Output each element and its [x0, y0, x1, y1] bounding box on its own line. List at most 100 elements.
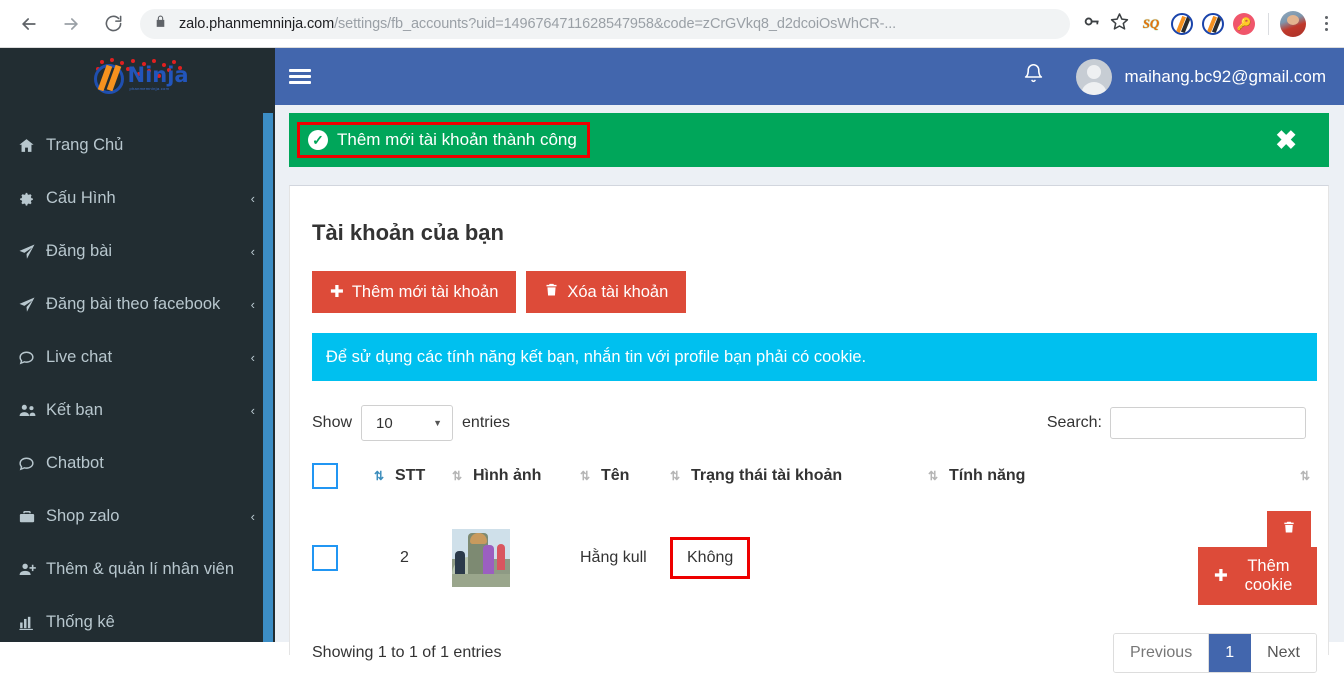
star-icon	[1110, 12, 1129, 36]
add-account-label: Thêm mới tài khoản	[351, 282, 499, 301]
account-thumbnail	[452, 529, 510, 587]
sidebar-nav: Trang Chủ Cấu Hình ‹ Đăng bài ‹ Đăng bài…	[0, 119, 275, 642]
cookie-info-message: Để sử dụng các tính năng kết bạn, nhắn t…	[326, 347, 867, 366]
pagination-previous[interactable]: Previous	[1113, 634, 1210, 672]
address-bar[interactable]: zalo.phanmemninja.com/settings/fb_accoun…	[140, 8, 1070, 39]
cell-stt: 2	[400, 549, 409, 566]
action-buttons: ✚ Thêm mới tài khoản Xóa tài khoản	[290, 246, 1328, 313]
back-arrow-icon	[19, 14, 39, 34]
add-cookie-label: Thêm cookie	[1244, 557, 1293, 594]
show-label: Show	[312, 414, 353, 431]
cell-tinh-nang	[928, 503, 1198, 613]
sidebar-label: Shop zalo	[46, 507, 120, 525]
sidebar-item-them-quan-li-nhan-vien[interactable]: Thêm & quản lí nhân viên	[0, 543, 275, 596]
sidebar-logo[interactable]: Ninja phanmemninja.com	[0, 48, 275, 105]
password-key-button[interactable]	[1078, 11, 1104, 37]
url-host: zalo.phanmemninja.com	[179, 15, 335, 32]
chevron-left-icon: ‹	[250, 350, 255, 365]
th-tinh-nang[interactable]: ⇅ Tính năng	[928, 455, 1198, 503]
sidebar-item-chatbot[interactable]: Chatbot	[0, 437, 275, 490]
sidebar-item-thong-ke[interactable]: Thống kê	[0, 596, 275, 642]
th-ten-label: Tên	[601, 467, 630, 484]
user-menu[interactable]: maihang.bc92@gmail.com	[1076, 58, 1326, 95]
app-shell: Ninja phanmemninja.com Trang Chủ Cấu Hìn…	[0, 48, 1344, 673]
sort-icon: ⇅	[928, 468, 938, 483]
sidebar-label: Kết bạn	[46, 401, 103, 419]
th-hinh-anh[interactable]: ⇅ Hình ảnh	[452, 455, 580, 503]
comment-icon	[18, 455, 46, 472]
plus-icon: ✚	[1214, 567, 1228, 585]
th-ten[interactable]: ⇅ Tên	[580, 455, 670, 503]
ninja-logo-icon	[1171, 12, 1193, 35]
sidebar-label: Đăng bài theo facebook	[46, 295, 221, 313]
hamburger-menu-icon	[289, 69, 311, 72]
accounts-card: Tài khoản của bạn ✚ Thêm mới tài khoản X…	[289, 185, 1329, 673]
sidebar-item-shop-zalo[interactable]: Shop zalo ‹	[0, 490, 275, 543]
delete-account-button[interactable]: Xóa tài khoản	[526, 271, 687, 313]
hamburger-menu-button[interactable]	[289, 69, 311, 84]
sidebar-label: Cấu Hình	[46, 189, 116, 207]
notifications-button[interactable]	[1023, 63, 1044, 90]
sq-icon: SQ	[1142, 15, 1160, 31]
cell-select	[312, 503, 374, 613]
accounts-table: ⇅ STT ⇅ Hình ảnh ⇅ Tên ⇅ Trạng thái tài khoả…	[312, 455, 1317, 613]
row-delete-button[interactable]	[1267, 511, 1311, 547]
sidebar-label: Thống kê	[46, 613, 115, 631]
pagination-page-1[interactable]: 1	[1209, 634, 1252, 672]
extension-ninja-1-button[interactable]	[1169, 11, 1195, 37]
sidebar-item-dang-bai[interactable]: Đăng bài ‹	[0, 225, 275, 278]
table-head: ⇅ STT ⇅ Hình ảnh ⇅ Tên ⇅ Trạng thái tài khoả…	[312, 455, 1317, 503]
table-row: 2 Hằng kull Không ✚ Thêm cookie	[312, 503, 1317, 613]
paper-plane-icon	[18, 243, 46, 261]
gear-icon	[18, 190, 46, 207]
table-controls: Show 10 ▼ entries Search:	[312, 405, 1306, 441]
toolbar-divider	[1268, 12, 1269, 35]
chevron-down-icon: ▼	[433, 418, 443, 428]
search-input[interactable]	[1110, 407, 1306, 439]
sort-icon: ⇅	[1299, 468, 1310, 483]
select-all-checkbox[interactable]	[312, 463, 338, 489]
trash-icon	[544, 282, 559, 302]
success-alert: ✓ Thêm mới tài khoản thành công ✖	[289, 113, 1329, 167]
reload-button[interactable]	[96, 7, 130, 41]
account-status-highlight: Không	[670, 537, 751, 579]
forward-button[interactable]	[54, 7, 88, 41]
sidebar-item-live-chat[interactable]: Live chat ‹	[0, 331, 275, 384]
showing-entries-info: Showing 1 to 1 of 1 entries	[312, 644, 502, 661]
th-hinh-anh-label: Hình ảnh	[473, 467, 542, 484]
pagination-next[interactable]: Next	[1251, 634, 1316, 672]
browser-menu-button[interactable]	[1312, 9, 1340, 39]
reload-icon	[104, 14, 123, 33]
th-stt[interactable]: ⇅ STT	[374, 455, 452, 503]
logo-subtext: phanmemninja.com	[129, 85, 170, 91]
sidebar-item-cau-hinh[interactable]: Cấu Hình ‹	[0, 172, 275, 225]
th-select-all	[312, 455, 374, 503]
add-cookie-button[interactable]: ✚ Thêm cookie	[1198, 547, 1317, 605]
browser-profile-avatar[interactable]	[1280, 10, 1306, 37]
add-account-button[interactable]: ✚ Thêm mới tài khoản	[312, 271, 517, 313]
extension-sq-button[interactable]: SQ	[1138, 11, 1164, 37]
extension-ninja-2-button[interactable]	[1200, 11, 1226, 37]
close-alert-button[interactable]: ✖	[1275, 127, 1297, 153]
sidebar-item-dang-bai-theo-facebook[interactable]: Đăng bài theo facebook ‹	[0, 278, 275, 331]
th-trang-thai[interactable]: ⇅ Trạng thái tài khoản	[670, 455, 928, 503]
users-icon	[18, 401, 46, 420]
success-alert-message: Thêm mới tài khoản thành công	[337, 130, 577, 149]
briefcase-icon	[18, 508, 46, 526]
sidebar: Ninja phanmemninja.com Trang Chủ Cấu Hìn…	[0, 48, 275, 642]
trash-icon	[1282, 521, 1296, 538]
extension-password-button[interactable]: 🔑	[1231, 11, 1257, 37]
sidebar-item-trang-chu[interactable]: Trang Chủ	[0, 119, 275, 172]
back-button[interactable]	[12, 7, 46, 41]
bookmark-button[interactable]	[1106, 11, 1132, 37]
logo-text: Ninja	[127, 62, 189, 87]
sidebar-item-ket-ban[interactable]: Kết bạn ‹	[0, 384, 275, 437]
browser-toolbar: zalo.phanmemninja.com/settings/fb_accoun…	[0, 0, 1344, 48]
sidebar-scrollbar[interactable]	[263, 113, 273, 642]
entries-select[interactable]: 10 ▼	[361, 405, 454, 441]
th-actions[interactable]: ⇅	[1198, 455, 1317, 503]
row-checkbox[interactable]	[312, 545, 338, 571]
cell-ten: Hằng kull	[580, 549, 647, 566]
sidebar-label: Đăng bài	[46, 242, 113, 260]
user-plus-icon	[18, 560, 46, 579]
